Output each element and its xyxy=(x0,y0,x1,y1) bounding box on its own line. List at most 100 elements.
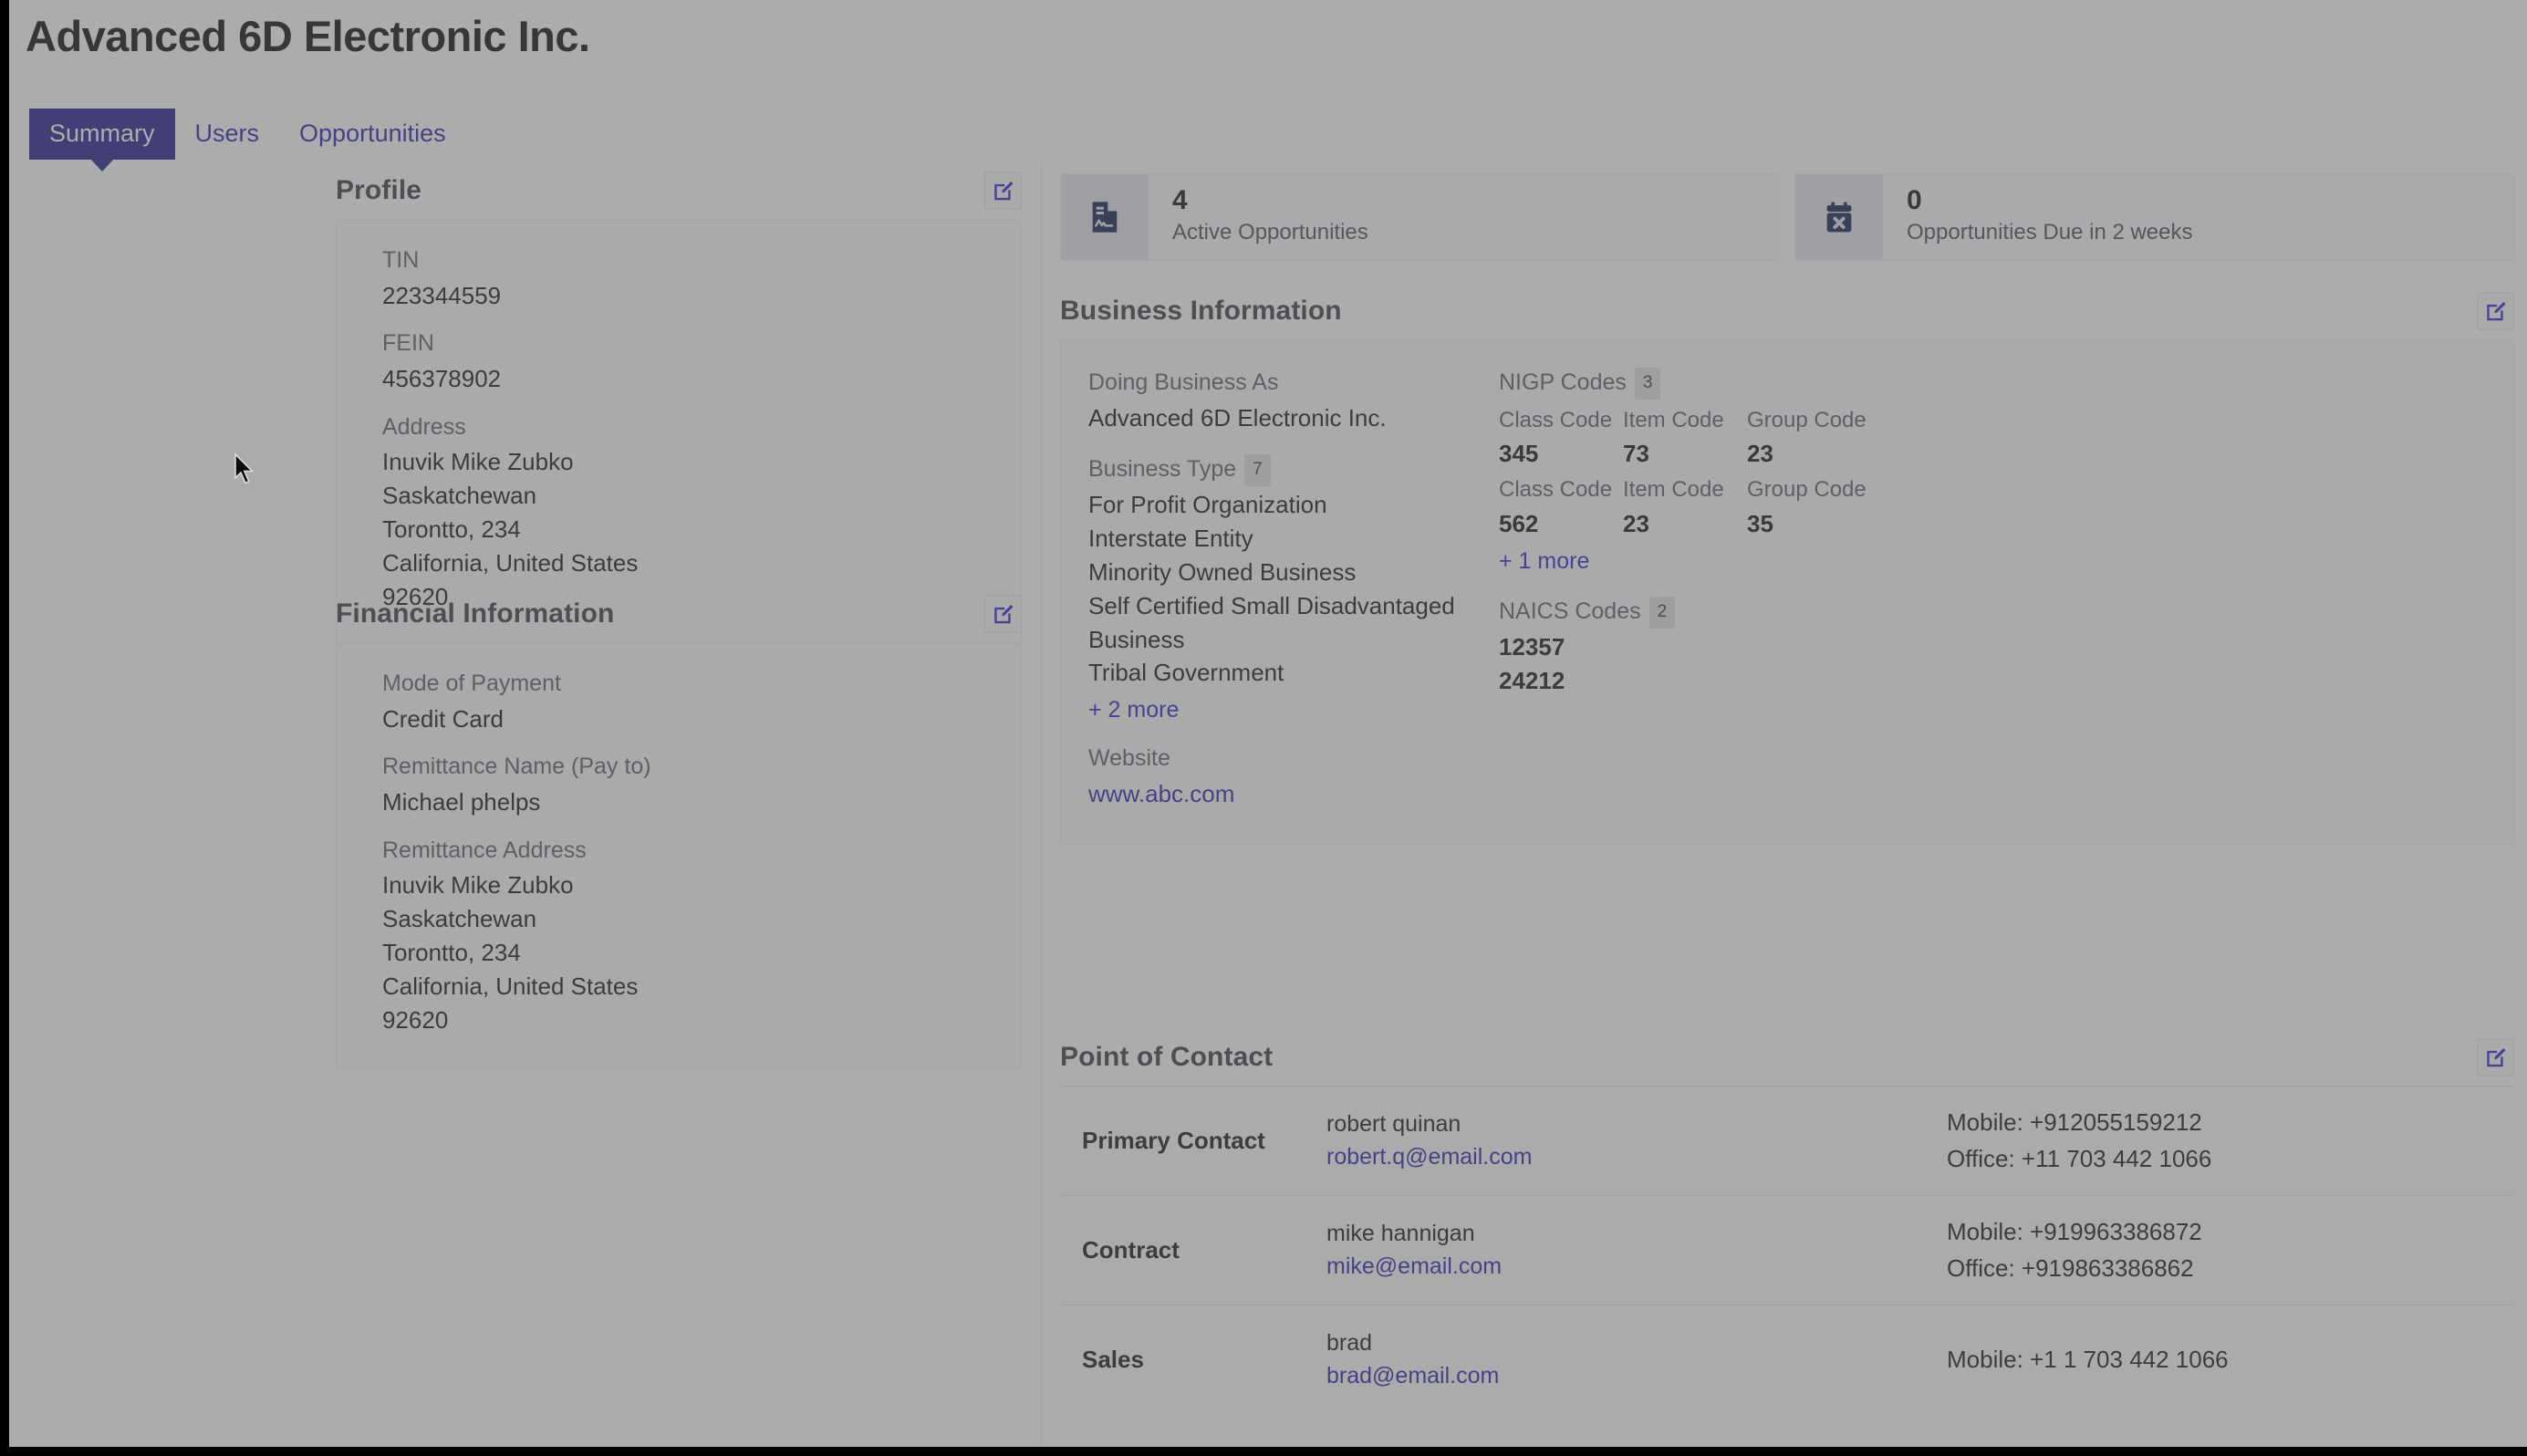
document-activity-icon xyxy=(1092,202,1118,233)
business-type-label-text: Business Type xyxy=(1088,456,1237,483)
kpi-label: Opportunities Due in 2 weeks xyxy=(1907,219,2193,244)
field-business-type-values: For Profit Organization Interstate Entit… xyxy=(1088,488,1481,690)
poc-mobile: Mobile: +912055159212 xyxy=(1947,1108,2202,1136)
remittance-address-line: California, United States xyxy=(382,972,639,1001)
field-website: Website www.abc.com xyxy=(1088,740,1481,810)
tab-opportunities[interactable]: Opportunities xyxy=(279,109,466,160)
edit-pencil-icon xyxy=(993,604,1014,623)
address-line: Saskatchewan xyxy=(382,482,537,510)
tab-bar: Summary Users Opportunities xyxy=(29,109,466,160)
field-business-type: Business Type 7 For Profit Organization I… xyxy=(1088,451,1481,723)
nigp-item-code-label: Item Code xyxy=(1623,407,1724,432)
kpi-body: 0 Opportunities Due in 2 weeks xyxy=(1883,174,2193,260)
nigp-group-code-1: Group Code 23 xyxy=(1747,403,1871,472)
table-row: Primary Contact robert quinan robert.q@e… xyxy=(1060,1086,2514,1195)
poc-role: Contract xyxy=(1082,1236,1180,1264)
business-type-item: Tribal Government xyxy=(1088,659,1284,687)
poc-role: Primary Contact xyxy=(1082,1127,1265,1154)
nigp-item-code-value: 23 xyxy=(1623,509,1649,537)
field-website-label: Website xyxy=(1088,745,1170,772)
poc-email[interactable]: brad@email.com xyxy=(1326,1360,1947,1393)
poc-identity: mike hannigan mike@email.com xyxy=(1326,1218,1947,1283)
poc-email[interactable]: robert.q@email.com xyxy=(1326,1141,1947,1174)
field-remittance-name-value: Michael phelps xyxy=(382,787,541,816)
nigp-row-2: Class Code 562 Item Code 23 Group Code 3… xyxy=(1499,473,2491,541)
financial-edit-button[interactable] xyxy=(984,595,1022,633)
poc-name: mike hannigan xyxy=(1326,1221,1475,1246)
poc-office: Office: +919863386862 xyxy=(1947,1253,2194,1282)
tab-users[interactable]: Users xyxy=(175,109,280,160)
kpi-active-opportunities[interactable]: 4 Active Opportunities xyxy=(1060,173,1780,261)
kpi-value: 4 xyxy=(1172,185,1188,215)
remittance-address-line: Saskatchewan xyxy=(382,905,537,933)
poc-section-title: Point of Contact xyxy=(1060,1042,1274,1072)
profile-edit-button[interactable] xyxy=(984,172,1022,210)
field-doing-business-as: Doing Business As Advanced 6D Electronic… xyxy=(1088,364,1481,434)
profile-section-header: Profile xyxy=(336,162,1022,219)
profile-section-title: Profile xyxy=(336,175,422,205)
field-nigp-codes-label: NIGP Codes 3 xyxy=(1499,364,2491,401)
financial-section-title: Financial Information xyxy=(336,598,615,629)
address-line: Inuvik Mike Zubko xyxy=(382,448,574,476)
poc-section-header: Point of Contact xyxy=(1060,1029,2514,1086)
field-nigp-codes: NIGP Codes 3 Class Code 345 Item Code 73… xyxy=(1499,364,2491,575)
left-column: Profile TIN 223344559 FEIN 456378902 Add… xyxy=(9,162,1040,1447)
nigp-group-code-value: 35 xyxy=(1747,509,1773,537)
nigp-class-code-1: Class Code 345 xyxy=(1499,403,1623,472)
poc-phones: Mobile: +1 1 703 442 1066 xyxy=(1947,1342,2492,1378)
remittance-address-line: Torontto, 234 xyxy=(382,939,521,967)
remittance-address-line: Inuvik Mike Zubko xyxy=(382,871,574,900)
field-naics-codes: NAICS Codes 2 12357 24212 xyxy=(1499,593,2491,697)
edit-pencil-icon xyxy=(2486,301,2506,320)
field-tin-label: TIN xyxy=(382,247,420,273)
field-business-type-label: Business Type 7 xyxy=(1088,451,1481,488)
nigp-more-link[interactable]: + 1 more xyxy=(1499,548,1589,575)
poc-phones: Mobile: +919963386872 Office: +919863386… xyxy=(1947,1214,2492,1286)
business-info-edit-button[interactable] xyxy=(2477,292,2514,330)
field-remittance-address: Remittance Address Inuvik Mike Zubko Sas… xyxy=(382,832,995,1037)
field-fein-label: FEIN xyxy=(382,330,434,357)
right-column: 4 Active Opportunities 0 Opportunities D… xyxy=(1041,162,2527,1447)
poc-email[interactable]: mike@email.com xyxy=(1326,1251,1947,1284)
field-naics-codes-label: NAICS Codes 2 xyxy=(1499,593,2491,630)
poc-card: Primary Contact robert quinan robert.q@e… xyxy=(1060,1086,2514,1414)
field-fein: FEIN 456378902 xyxy=(382,325,995,395)
poc-mobile: Mobile: +919963386872 xyxy=(1947,1217,2202,1245)
business-type-item: Minority Owned Business xyxy=(1088,557,1357,586)
kpi-body: 4 Active Opportunities xyxy=(1149,174,1368,260)
field-mode-of-payment-value: Credit Card xyxy=(382,704,504,733)
nigp-group-code-value: 23 xyxy=(1747,439,1773,467)
field-doing-business-as-label: Doing Business As xyxy=(1088,369,1279,395)
field-tin: TIN 223344559 xyxy=(382,242,995,312)
business-info-right: NIGP Codes 3 Class Code 345 Item Code 73… xyxy=(1481,364,2491,816)
business-type-item: Interstate Entity xyxy=(1088,524,1253,552)
nigp-group-code-label: Group Code xyxy=(1747,407,1867,432)
tab-summary[interactable]: Summary xyxy=(29,109,175,160)
field-naics-codes-values: 12357 24212 xyxy=(1499,630,2491,698)
kpi-opportunities-due[interactable]: 0 Opportunities Due in 2 weeks xyxy=(1794,173,2514,261)
table-row: Contract mike hannigan mike@email.com Mo… xyxy=(1060,1195,2514,1305)
app-window: Advanced 6D Electronic Inc. Summary User… xyxy=(9,0,2527,1447)
remittance-address-line: 92620 xyxy=(382,1005,449,1034)
nigp-class-code-2: Class Code 562 xyxy=(1499,473,1623,541)
poc-name: brad xyxy=(1326,1330,1373,1356)
poc-edit-button[interactable] xyxy=(2477,1038,2514,1076)
business-type-more-link[interactable]: + 2 more xyxy=(1088,697,1179,723)
business-info-left: Doing Business As Advanced 6D Electronic… xyxy=(1088,364,1481,816)
tab-summary-label: Summary xyxy=(49,120,155,147)
poc-office: Office: +11 703 442 1066 xyxy=(1947,1144,2212,1172)
edit-pencil-icon xyxy=(993,181,1014,200)
nigp-class-code-label: Class Code xyxy=(1499,477,1613,503)
business-info-card: Doing Business As Advanced 6D Electronic… xyxy=(1060,339,2514,845)
nigp-label-text: NIGP Codes xyxy=(1499,369,1627,395)
kpi-icon-wrap xyxy=(1061,174,1149,260)
nigp-item-code-value: 73 xyxy=(1623,439,1649,467)
poc-identity: brad brad@email.com xyxy=(1326,1327,1947,1392)
naics-label-text: NAICS Codes xyxy=(1499,598,1641,625)
nigp-class-code-value: 345 xyxy=(1499,439,1539,467)
nigp-item-code-2: Item Code 23 xyxy=(1623,473,1747,541)
field-website-value[interactable]: www.abc.com xyxy=(1088,777,1481,811)
business-info-section-title: Business Information xyxy=(1060,296,1342,326)
kpi-row: 4 Active Opportunities 0 Opportunities D… xyxy=(1060,173,2514,261)
nigp-group-code-label: Group Code xyxy=(1747,477,1867,503)
